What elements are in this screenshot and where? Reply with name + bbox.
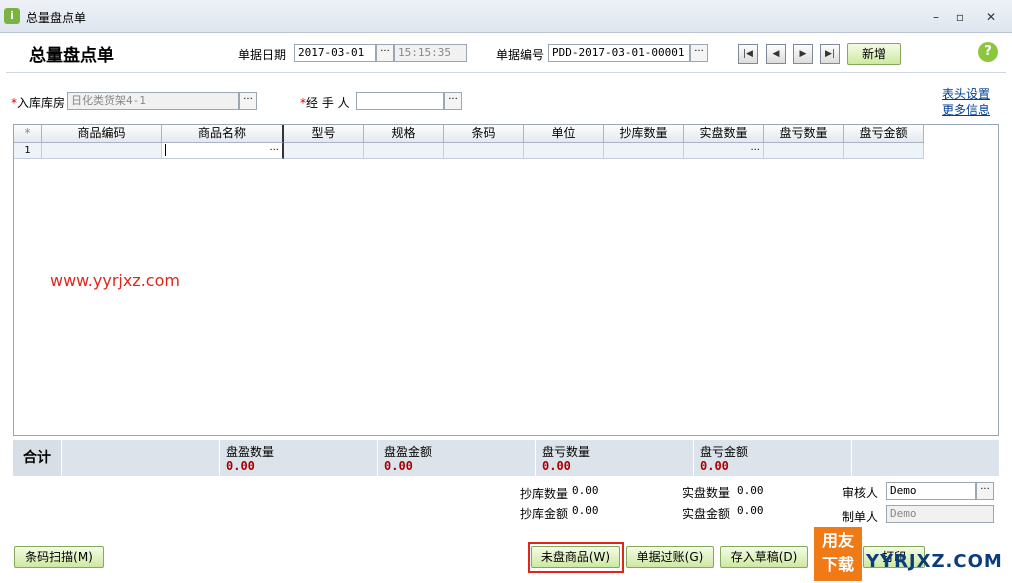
watermark-url: www.yyrjxz.com [50,271,180,290]
maker-field[interactable]: Demo [886,505,994,523]
cell-loss-amt[interactable] [844,143,924,159]
grid-header-actual-qty[interactable]: 实盘数量 [684,125,764,143]
help-icon[interactable]: ? [978,42,998,62]
totals-gain-amt: 盘盈金额 0.00 [377,440,535,476]
time-field[interactable]: 15:15:35 [394,44,467,62]
grid-header-marker: * [14,125,42,143]
grid-header-code[interactable]: 商品编码 [42,125,162,143]
loss-amt-label: 盘亏金额 [700,445,749,459]
grid-header-book-qty[interactable]: 抄库数量 [604,125,684,143]
close-button[interactable]: ✕ [982,10,1000,24]
book-qty-value: 0.00 [572,484,599,497]
page-title: 总量盘点单 [29,46,114,66]
cell-loss-qty[interactable] [764,143,844,159]
warehouse-field[interactable]: 日化类货架4-1 [67,92,239,110]
handler-field[interactable] [356,92,444,110]
grid-header-spec[interactable]: 规格 [364,125,444,143]
grid-header-loss-qty[interactable]: 盘亏数量 [764,125,844,143]
totals-tail [851,440,999,476]
handler-label: *经 手 人 [300,96,350,110]
minimize-button[interactable]: – [927,10,945,24]
actual-amt-label: 实盘金额 [682,507,731,521]
prev-record-icon[interactable]: ◀ [766,44,786,64]
auditor-label: 审核人 [842,486,879,500]
post-button[interactable]: 单据过账(G) [626,546,714,568]
docno-field[interactable]: PDD-2017-03-01-00001 [548,44,690,62]
cell-book-qty[interactable] [604,143,684,159]
first-record-icon[interactable]: |◀ [738,44,758,64]
totals-bar: 合计 盘盈数量 0.00 盘盈金额 0.00 盘亏数量 0.00 盘亏金额 0.… [13,440,999,476]
loss-amt-value: 0.00 [700,459,729,473]
grid-header-unit[interactable]: 单位 [524,125,604,143]
cell-barcode[interactable] [444,143,524,159]
badge-line1: 用友 [821,531,854,550]
gain-qty-label: 盘盈数量 [226,445,275,459]
totals-label: 合计 [23,450,51,466]
header-settings-link[interactable]: 表头设置 [942,85,990,102]
window-titlebar: i 总量盘点单 – ▫ ✕ [0,0,1012,33]
handler-picker-button[interactable]: ··· [444,92,462,110]
watermark-logo-text: YYRJXZ.COM [866,551,1003,572]
watermark-badge: 用友 下载 [814,527,862,581]
save-draft-button[interactable]: 存入草稿(D) [720,546,808,568]
badge-line2: 下载 [821,555,854,574]
cell-spec[interactable] [364,143,444,159]
loss-qty-label: 盘亏数量 [542,445,591,459]
barcode-scan-button[interactable]: 条码扫描(M) [14,546,104,568]
grid-header-loss-amt[interactable]: 盘亏金额 [844,125,924,143]
text-caret [165,144,166,156]
table-row-index: 1 [14,143,42,159]
totals-gain-qty: 盘盈数量 0.00 [219,440,377,476]
docno-picker-button[interactable]: ··· [690,44,708,62]
warehouse-label: *入库库房 [11,96,66,110]
book-qty-label: 抄库数量 [520,487,569,501]
actual-qty-value: 0.00 [737,484,764,497]
actual-qty-label: 实盘数量 [682,486,731,500]
cell-actual-qty[interactable]: ··· [684,143,764,159]
gain-amt-label: 盘盈金额 [384,445,433,459]
grid-header-model[interactable]: 型号 [284,125,364,143]
gain-qty-value: 0.00 [226,459,255,473]
auditor-field[interactable]: Demo [886,482,976,500]
app-icon: i [4,8,20,24]
date-label: 单据日期 [238,48,287,62]
book-amt-value: 0.00 [572,504,599,517]
date-field[interactable]: 2017-03-01 [294,44,376,62]
cell-unit[interactable] [524,143,604,159]
handler-label-text: 经 手 人 [306,96,350,110]
cell-model[interactable] [284,143,364,159]
grid-header-barcode[interactable]: 条码 [444,125,524,143]
actual-amt-value: 0.00 [737,504,764,517]
totals-loss-amt: 盘亏金额 0.00 [693,440,851,476]
book-amt-label: 抄库金额 [520,507,569,521]
restore-button[interactable]: ▫ [951,10,969,24]
loss-qty-value: 0.00 [542,459,571,473]
maker-label: 制单人 [842,510,879,524]
docno-label: 单据编号 [496,48,545,62]
unchecked-goods-button[interactable]: 未盘商品(W) [531,546,620,568]
new-button[interactable]: 新增 [847,43,901,65]
grid-header-name[interactable]: 商品名称 [162,125,284,143]
next-record-icon[interactable]: ▶ [793,44,813,64]
document-header: 总量盘点单 单据日期 2017-03-01 ··· 15:15:35 单据编号 … [6,33,1006,73]
auditor-picker-button[interactable]: ··· [976,482,994,500]
cell-code[interactable] [42,143,162,159]
gain-amt-value: 0.00 [384,459,413,473]
totals-spacer [61,440,219,476]
warehouse-label-text: 入库库房 [17,96,66,110]
last-record-icon[interactable]: ▶| [820,44,840,64]
warehouse-picker-button[interactable]: ··· [239,92,257,110]
date-picker-button[interactable]: ··· [376,44,394,62]
window-title: 总量盘点单 [26,11,87,25]
cell-name[interactable]: ··· [162,143,284,159]
totals-loss-qty: 盘亏数量 0.00 [535,440,693,476]
more-info-link[interactable]: 更多信息 [942,101,990,118]
